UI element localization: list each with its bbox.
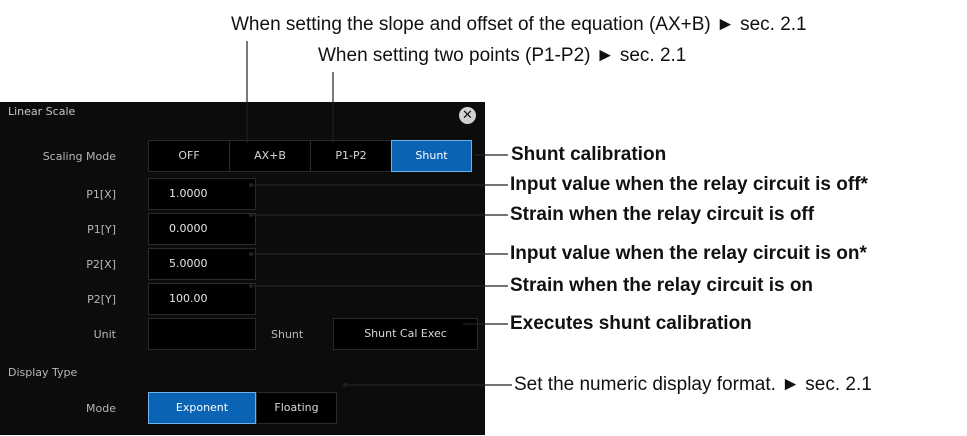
note-p1y: Strain when the relay circuit is off [510, 204, 815, 225]
note-p1x: Input value when the relay circuit is of… [510, 174, 868, 195]
note-shunt-calibration: Shunt calibration [511, 144, 667, 165]
note-exec: Executes shunt calibration [510, 313, 752, 334]
note-p2y: Strain when the relay circuit is on [510, 275, 814, 296]
callout-lines [246, 41, 512, 387]
note-display: Set the numeric display format. ► sec. 2… [514, 374, 872, 395]
note-p2x: Input value when the relay circuit is on… [510, 243, 867, 264]
